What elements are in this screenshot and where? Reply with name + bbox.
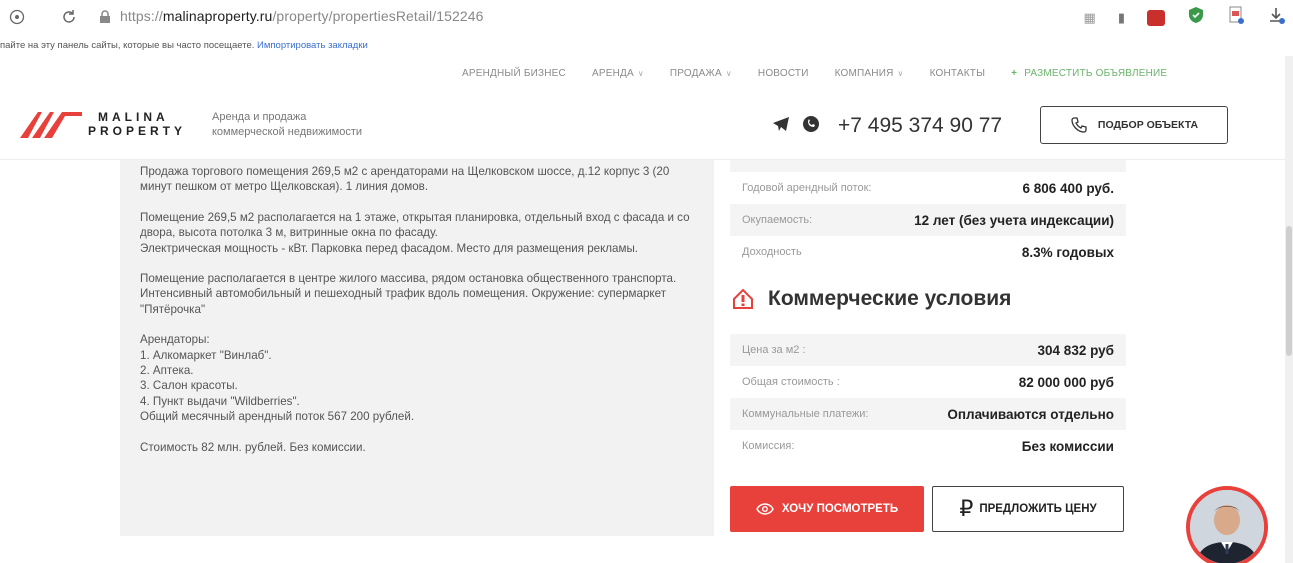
house-icon [733, 288, 753, 309]
term-row-price-per-m2: Цена за м2 : 304 832 руб [730, 334, 1126, 366]
term-row-total-price: Общая стоимость : 82 000 000 руб [730, 366, 1126, 398]
site-header: Арендный бизнес Аренда ∨ Продажа ∨ Новости… [0, 56, 1293, 160]
spec-label: Годовой арендный поток: [742, 182, 872, 194]
logo-line-1: MALINA [98, 110, 169, 124]
investment-specs: Годовой арендный поток: 6 806 400 руб. О… [730, 160, 1126, 268]
bookmarks-hint: пайте на эту панель сайты, которые вы ча… [0, 40, 255, 51]
nav-contacts[interactable]: Контакты [930, 68, 986, 79]
offer-price-button[interactable]: ₽ Предложить цену [932, 486, 1124, 532]
browser-toolbar: https://malinaproperty.ru/property/prope… [0, 0, 1293, 36]
description-paragraph: Арендаторы: 1. Алкомаркет "Винлаб". 2. А… [140, 333, 415, 424]
import-bookmarks-link[interactable]: Импортировать закладки [257, 40, 368, 51]
bookmarks-bar: пайте на эту панель сайты, которые вы ча… [0, 36, 1293, 56]
shield-icon[interactable] [1187, 6, 1205, 29]
description-paragraph: Стоимость 82 млн. рублей. Без комиссии. [140, 440, 366, 454]
term-label: Коммунальные платежи: [742, 408, 869, 420]
telegram-icon[interactable] [772, 116, 790, 137]
phone-icon [1071, 117, 1087, 133]
nav-sale[interactable]: Продажа ∨ [670, 68, 732, 79]
extension-red-icon[interactable] [1147, 9, 1165, 26]
term-row-utilities: Коммунальные платежи: Оплачиваются отдел… [730, 398, 1126, 430]
spec-value: 12 лет (без учета индексации) [914, 212, 1114, 228]
description-paragraph: Помещение располагается в центре жилого … [140, 272, 677, 316]
bookmark-icon[interactable]: ▮ [1118, 10, 1125, 26]
ruble-icon: ₽ [959, 496, 974, 521]
commercial-terms-heading: Коммерческие условия [732, 287, 1011, 311]
property-description: Продажа торгового помещения 269,5 м2 с а… [120, 160, 714, 536]
info-icon[interactable] [8, 8, 26, 26]
term-row-commission: Комиссия: Без комиссии [730, 430, 1126, 462]
reload-icon[interactable] [60, 8, 78, 26]
spec-label: Окупаемость: [742, 214, 813, 226]
nav-news[interactable]: Новости [758, 68, 809, 79]
spec-value: 6 806 400 руб. [1022, 180, 1114, 196]
manager-avatar[interactable] [1186, 486, 1268, 563]
whatsapp-icon[interactable] [802, 115, 820, 138]
extensions-area: ▦ ▮ [1084, 6, 1285, 29]
term-value: 82 000 000 руб [1018, 374, 1114, 390]
commercial-terms: Цена за м2 : 304 832 руб Общая стоимость… [730, 334, 1126, 462]
term-value: 304 832 руб [1037, 342, 1114, 358]
description-paragraph: Продажа торгового помещения 269,5 м2 с а… [140, 165, 670, 194]
description-paragraph: Помещение 269,5 м2 располагается на 1 эт… [140, 210, 690, 255]
contacts: +7 495 374 90 77 [772, 114, 1002, 138]
nav-rent[interactable]: Аренда ∨ [592, 68, 644, 79]
download-icon[interactable] [1267, 6, 1285, 29]
page-scrollbar[interactable] [1285, 56, 1293, 563]
phone-number[interactable]: +7 495 374 90 77 [838, 114, 1002, 138]
term-label: Цена за м2 : [742, 344, 806, 356]
spec-row-yield: Доходность 8.3% годовых [730, 236, 1126, 268]
person-photo-icon [1190, 490, 1264, 563]
top-navigation: Арендный бизнес Аренда ∨ Продажа ∨ Новости… [462, 68, 1193, 79]
logo-tagline: Аренда и продажа коммерческой недвижимос… [212, 111, 362, 138]
spec-row-payback: Окупаемость: 12 лет (без учета индексаци… [730, 204, 1126, 236]
chevron-down-icon: ∨ [637, 69, 644, 78]
place-ad-link[interactable]: + Разместить объявление [1011, 68, 1167, 79]
pdf-extension-icon[interactable] [1227, 6, 1245, 29]
logo-line-2: PROPERTY [88, 124, 187, 138]
nav-rental-business[interactable]: Арендный бизнес [462, 68, 566, 79]
logo-text: MALINA PROPERTY [88, 110, 186, 138]
term-value: Без комиссии [1021, 438, 1114, 454]
spec-row-partial [730, 160, 1126, 172]
logo[interactable]: MALINA PROPERTY [18, 106, 186, 142]
scrollbar-thumb[interactable] [1286, 226, 1292, 356]
eye-icon [756, 503, 774, 515]
term-value: Оплачиваются отдельно [947, 406, 1114, 422]
spec-label: Доходность [742, 246, 802, 258]
term-label: Общая стоимость : [742, 376, 840, 388]
nav-company[interactable]: Компания ∨ [835, 68, 904, 79]
term-label: Комиссия: [742, 440, 795, 452]
reader-icon[interactable]: ▦ [1084, 10, 1096, 26]
property-selection-button[interactable]: Подбор объекта [1040, 106, 1228, 144]
property-selection-label: Подбор объекта [1097, 119, 1199, 131]
spec-value: 8.3% годовых [1021, 244, 1114, 260]
logo-mark-icon [20, 112, 82, 138]
address-bar[interactable]: https://malinaproperty.ru/property/prope… [120, 8, 484, 24]
chevron-down-icon: ∨ [897, 69, 904, 78]
offer-price-label: Предложить цену [979, 503, 1097, 515]
want-to-view-label: Хочу посмотреть [781, 503, 899, 515]
spec-row-annual-flow: Годовой арендный поток: 6 806 400 руб. [730, 172, 1126, 204]
chevron-down-icon: ∨ [725, 69, 732, 78]
commercial-terms-title: Коммерческие условия [768, 287, 1012, 310]
want-to-view-button[interactable]: Хочу посмотреть [730, 486, 924, 532]
lock-icon [96, 8, 114, 26]
